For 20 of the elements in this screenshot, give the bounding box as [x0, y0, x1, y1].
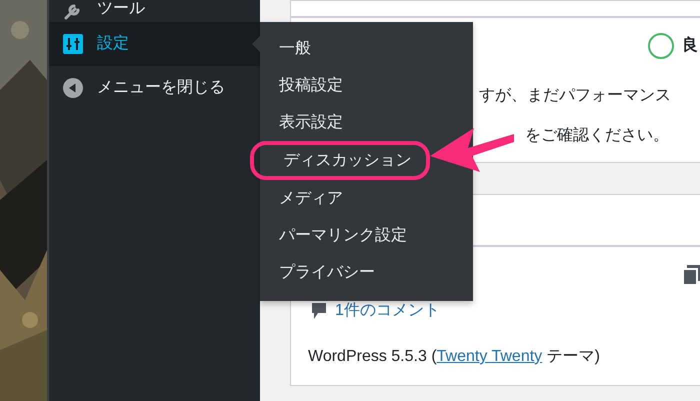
submenu-item[interactable]: 一般 [260, 30, 330, 67]
body-text: をご確認ください。 [525, 126, 669, 146]
version-text: WordPress 5.5.3 (Twenty Twenty テーマ) [308, 347, 600, 367]
sliders-icon [63, 34, 83, 54]
comment-icon [311, 302, 327, 320]
comments-link[interactable]: 1件のコメント [335, 299, 440, 323]
sidebar-item[interactable]: ツール [49, 0, 260, 22]
body-text: すが、まだパフォーマンス [479, 86, 671, 106]
submenu-item[interactable]: メディア [260, 180, 362, 217]
submenu-item[interactable]: プライバシー [260, 254, 394, 291]
submenu-item[interactable]: ディスカッション [250, 141, 430, 180]
status-circle-icon [648, 33, 674, 59]
collapse-icon [63, 78, 83, 98]
sidebar-item[interactable]: メニューを閉じる [49, 66, 260, 110]
status-label: 良 [682, 35, 698, 56]
submenu-item[interactable]: パーマリンク設定 [260, 217, 426, 254]
theme-link[interactable]: Twenty Twenty [436, 348, 542, 365]
sidebar-item[interactable]: 設定 [49, 22, 260, 66]
submenu-item[interactable]: 投稿設定 [260, 67, 362, 104]
submenu-item[interactable]: 表示設定 [260, 104, 362, 141]
